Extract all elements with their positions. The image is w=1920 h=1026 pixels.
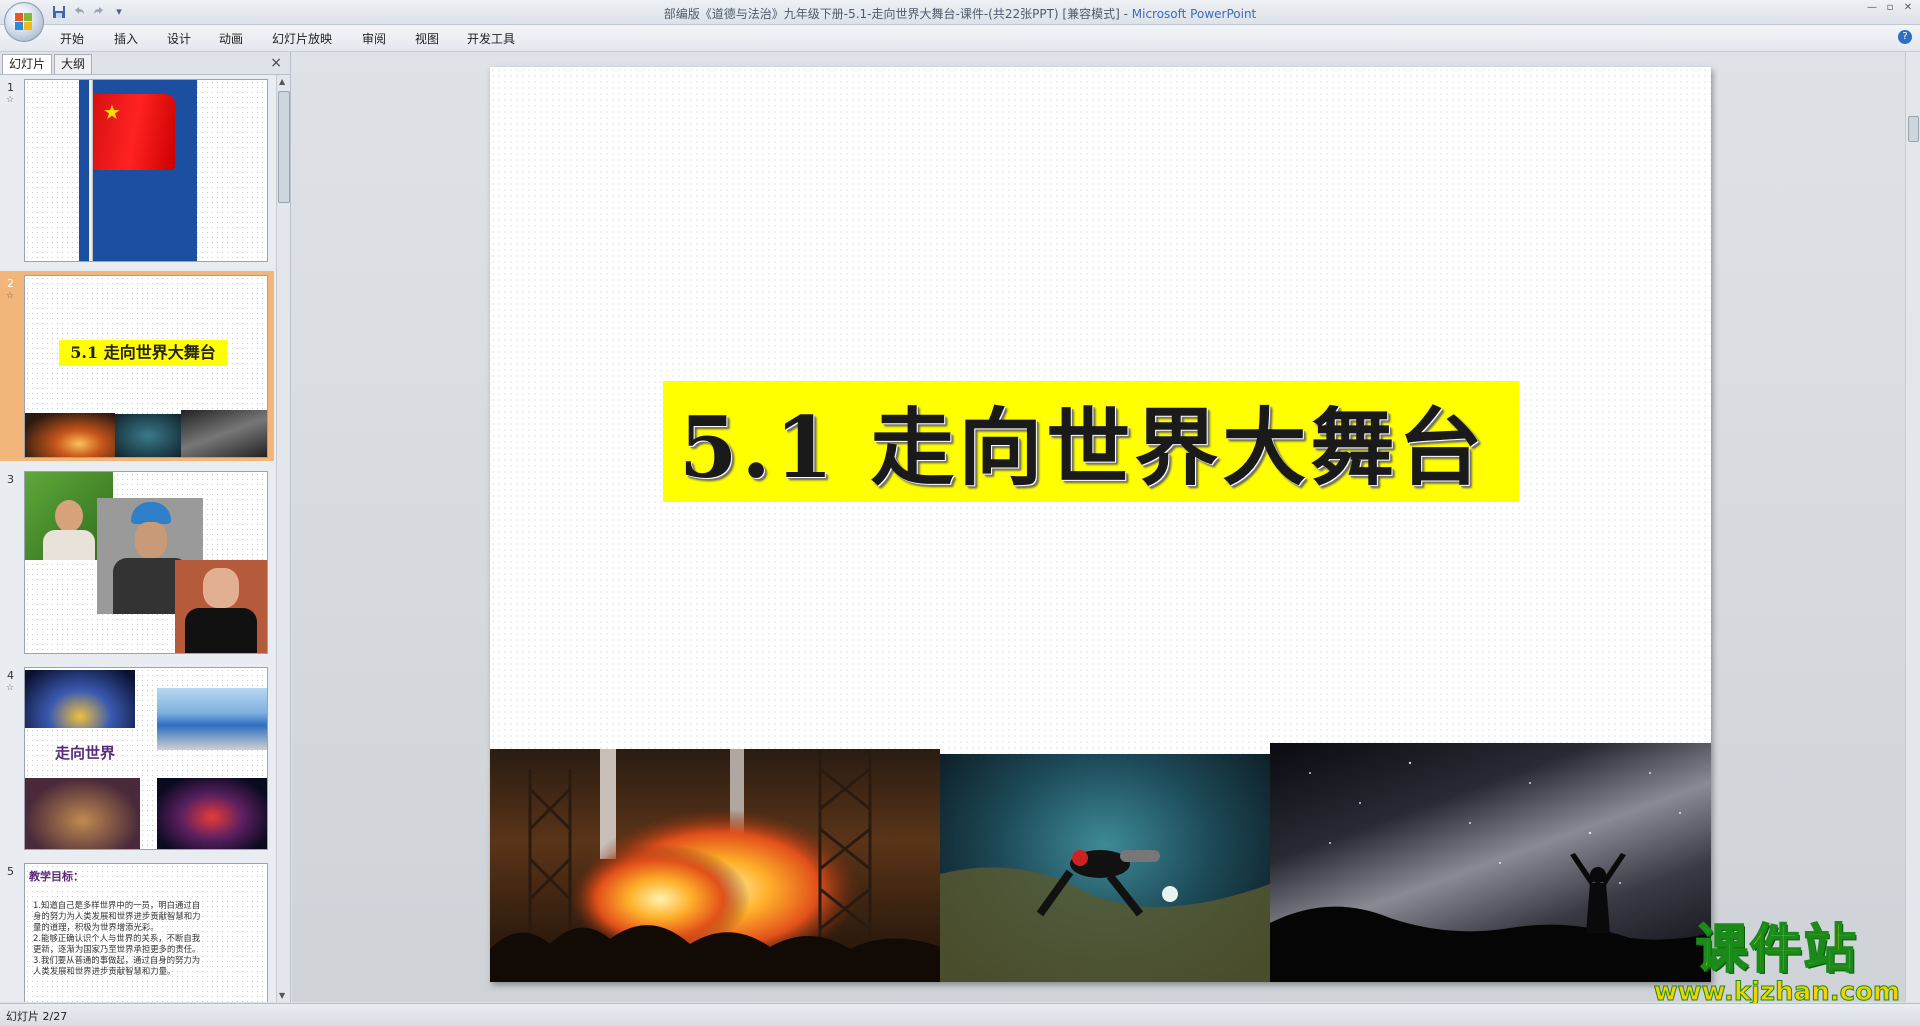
scroll-down-icon[interactable]: ▼: [279, 991, 285, 1000]
panel-tabs: 幻灯片 大纲 ×: [0, 52, 290, 75]
tab-view[interactable]: 视图: [415, 30, 439, 47]
slide-title: 5.1 走向世界大舞台: [679, 398, 1487, 497]
tab-insert[interactable]: 插入: [114, 30, 138, 47]
thumb-body: 1.知道自己是多样世界中的一员，明白通过自 身的努力为人类发展和世界进步贡献智慧…: [33, 900, 263, 977]
animation-star-icon: ☆: [6, 95, 15, 105]
thumb-stars-photo: [181, 410, 267, 457]
tab-home[interactable]: 开始: [60, 30, 84, 47]
rocket-launch-photo: [490, 749, 940, 982]
animation-star-icon: ☆: [6, 291, 15, 301]
app-name: Microsoft PowerPoint: [1131, 7, 1257, 21]
slide-thumb-image: 教学目标： 1.知道自己是多样世界中的一员，明白通过自 身的努力为人类发展和世界…: [24, 863, 268, 1002]
status-bar: 幻灯片 2/27: [0, 1003, 1920, 1026]
slide-thumbnail-3[interactable]: 3: [0, 467, 274, 657]
slide-number: 3: [7, 473, 14, 486]
thumb-diver-photo: [115, 414, 181, 457]
title-box[interactable]: 5.1 走向世界大舞台: [663, 381, 1519, 502]
office-logo-icon: [15, 13, 33, 31]
thumb-line: 人类发展和世界进步贡献智慧和力量。: [33, 966, 176, 976]
thumb-pavilion-photo: [157, 688, 267, 750]
close-panel-icon[interactable]: ×: [270, 55, 282, 71]
help-icon[interactable]: ?: [1898, 30, 1912, 44]
thumb-line: 量的道理，积极为世界增添光彩。: [33, 922, 159, 932]
thumb-line: 2.能够正确认识个人与世界的关系，不断自我: [33, 933, 201, 943]
slide-thumb-image: [24, 471, 268, 654]
main-scrollbar[interactable]: [1905, 52, 1920, 1002]
thumb-line: 1.知道自己是多样世界中的一员，明白通过自: [33, 900, 201, 910]
document-title: 部编版《道德与法治》九年级下册-5.1-走向世界大舞台-课件-(共22张PPT)…: [663, 7, 1120, 21]
scroll-thumb[interactable]: [278, 91, 290, 203]
window-title: 部编版《道德与法治》九年级下册-5.1-走向世界大舞台-课件-(共22张PPT)…: [0, 5, 1920, 22]
thumb-night-photo: [157, 778, 267, 849]
tab-design[interactable]: 设计: [167, 30, 191, 47]
thumb-expo-photo: [25, 778, 140, 849]
minimize-icon[interactable]: —: [1866, 2, 1878, 13]
slide-number: 4: [7, 669, 14, 682]
ribbon-tabs: 开始 插入 设计 动画 幻灯片放映 审阅 视图 开发工具 ?: [0, 25, 1920, 52]
slide-counter: 幻灯片 2/27: [6, 1010, 68, 1023]
tab-slideshow[interactable]: 幻灯片放映: [272, 30, 332, 47]
watermark: 课件站 www.kjzhan.com: [1653, 920, 1900, 1007]
thumb-title: 5.1 走向世界大舞台: [59, 340, 227, 366]
slide-thumbnail-4[interactable]: 4 ☆ 走向世界: [0, 663, 274, 853]
thumbnail-list: 1 ☆ ★ 2 ☆ 5.1 走向世界大舞台 3 4 ☆ 走向世界 5 教学目标：…: [0, 75, 274, 1002]
tab-slides[interactable]: 幻灯片: [2, 54, 53, 74]
title-bar: ▾ 部编版《道德与法治》九年级下册-5.1-走向世界大舞台-课件-(共22张PP…: [0, 0, 1920, 25]
slides-panel: 幻灯片 大纲 × 1 ☆ ★ 2 ☆ 5.1 走向世界大舞台 3 4 ☆ 走向世…: [0, 52, 291, 1002]
thumb-rocket-photo: [25, 413, 115, 457]
slide-thumbnail-1[interactable]: 1 ☆ ★: [0, 75, 274, 265]
tab-review[interactable]: 审阅: [362, 30, 386, 47]
thumb-line: 身的努力为人类发展和世界进步贡献智慧和力: [33, 911, 201, 921]
title-separator: -: [1119, 7, 1132, 21]
tab-animations[interactable]: 动画: [219, 30, 243, 47]
office-button[interactable]: [4, 2, 44, 42]
flag-photo: ★: [79, 80, 197, 261]
current-slide[interactable]: 5.1 走向世界大舞台: [490, 67, 1711, 982]
animation-star-icon: ☆: [6, 683, 15, 693]
slide-number: 5: [7, 865, 14, 878]
close-icon[interactable]: ✕: [1902, 2, 1914, 13]
milky-way-photo: [1270, 743, 1711, 982]
tab-outline[interactable]: 大纲: [54, 54, 93, 74]
watermark-url: www.kjzhan.com: [1653, 977, 1900, 1007]
thumb-heading: 教学目标：: [29, 870, 84, 883]
slide-thumb-image: 5.1 走向世界大舞台: [24, 275, 268, 458]
slide-thumbnail-5[interactable]: 5 教学目标： 1.知道自己是多样世界中的一员，明白通过自 身的努力为人类发展和…: [0, 859, 274, 1002]
main-scroll-thumb[interactable]: [1908, 116, 1919, 142]
slide-thumb-image: 走向世界: [24, 667, 268, 850]
window-controls: — ▫ ✕: [1866, 2, 1914, 13]
thumb-scientist-photo: [175, 560, 267, 653]
maximize-icon[interactable]: ▫: [1884, 2, 1896, 13]
thumb-line: 更新，逐渐为国家乃至世界承担更多的责任。: [33, 944, 201, 954]
thumbnail-scrollbar[interactable]: ▲ ▼: [276, 75, 290, 1002]
china-flag-icon: ★: [93, 94, 175, 170]
scroll-up-icon[interactable]: ▲: [279, 77, 285, 86]
slide-number: 1: [7, 81, 14, 94]
slide-thumbnail-2[interactable]: 2 ☆ 5.1 走向世界大舞台: [0, 271, 274, 461]
slide-thumb-image: ★: [24, 79, 268, 262]
thumb-caption: 走向世界: [54, 744, 115, 762]
thumb-stadium-photo: [25, 670, 135, 728]
diver-photo: [940, 754, 1270, 982]
thumb-line: 3.我们要从普通的事做起，通过自身的努力为: [33, 955, 201, 965]
watermark-brand: 课件站: [1695, 920, 1858, 980]
slide-number: 2: [7, 277, 14, 290]
tab-developer[interactable]: 开发工具: [467, 30, 515, 47]
